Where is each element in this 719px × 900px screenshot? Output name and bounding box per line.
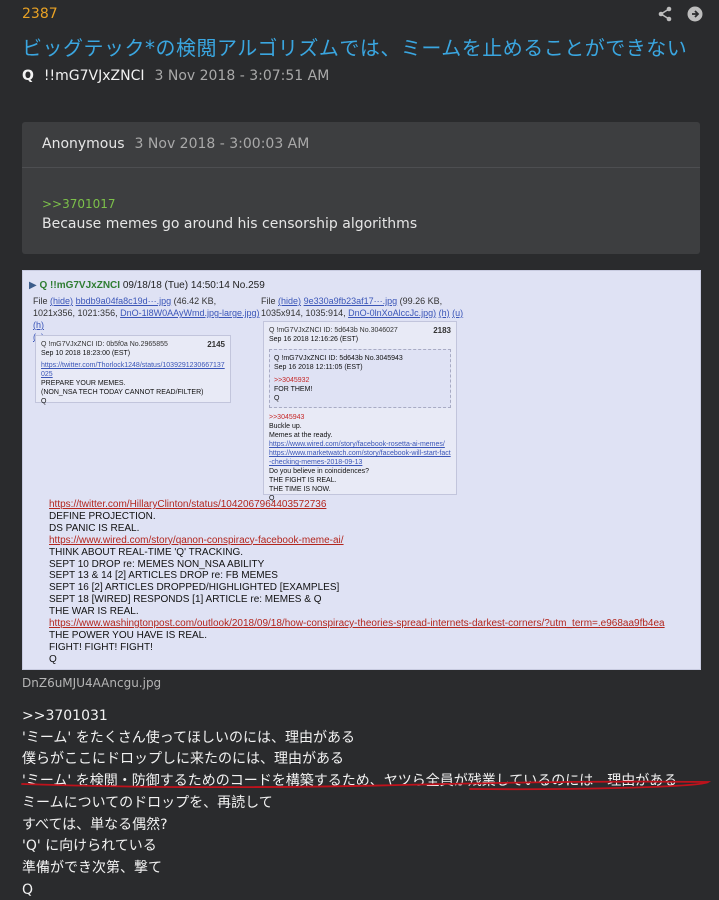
- thumb-id: ID: 5d643b: [323, 327, 358, 334]
- thumb-line: Memes at the ready.: [269, 432, 333, 439]
- screenshot-body-line: THE POWER YOU HAVE IS REAL.: [49, 629, 207, 641]
- screenshot-body-link[interactable]: https://twitter.com/HillaryClinton/statu…: [49, 499, 665, 511]
- red-underline-annotation: [21, 780, 712, 791]
- thumb-link: https://www.wired.com/story/facebook-ros…: [269, 441, 445, 448]
- thumb-no: No.3046027: [359, 327, 398, 334]
- file-name-link[interactable]: 9e330a9fb23af17···.jpg: [304, 296, 398, 306]
- thumb-date: Sep 10 2018 18:23:00 (EST): [41, 350, 131, 357]
- post-number: 2387: [22, 6, 58, 22]
- thumb-author: Q !mG7VJxZNCI: [269, 327, 322, 334]
- screenshot-body-link[interactable]: https://www.wired.com/story/qanon-conspi…: [49, 535, 665, 547]
- post-title: ビッグテック*の検閲アルゴリズムでは、ミームを止めることができない: [22, 36, 688, 60]
- share-icon[interactable]: [657, 6, 673, 22]
- file-dims: 1035x914, 1035:914,: [261, 308, 346, 318]
- thumb-line: THE FIGHT IS REAL.: [269, 477, 337, 484]
- screenshot-body-line: SEPT 10 DROP re: MEMES NON_NSA ABILITY: [49, 558, 265, 570]
- post-actions: [657, 6, 703, 22]
- thumb-line: (NON_NSA TECH TODAY CANNOT READ/FILTER): [41, 389, 204, 396]
- thumb-ref: >>3045943: [269, 414, 305, 421]
- screenshot-body-line: Q: [49, 653, 57, 665]
- thumb-author: Q !mG7VJxZNCI: [41, 341, 94, 348]
- translation-line: 僕らがここにドロップしに来たのには、理由がある: [22, 751, 344, 768]
- screenshot-body-line: THINK ABOUT REAL-TIME 'Q' TRACKING.: [49, 546, 244, 558]
- file-alt-link[interactable]: DnO-0lnXoAlccJc.jpg): [348, 308, 436, 318]
- quoted-date: 3 Nov 2018 - 3:00:03 AM: [134, 136, 310, 152]
- thumb-number: 2145: [207, 340, 225, 349]
- screenshot-body-line: SEPT 13 & 14 [2] ARTICLES DROP re: FB ME…: [49, 570, 278, 582]
- thumb-line: THE TIME IS NOW.: [269, 486, 331, 493]
- translation-line: 'Q' に向けられている: [22, 838, 157, 855]
- thumb-id: ID: 0b5f0a: [95, 341, 128, 348]
- quoted-text: Because memes go around his censorship a…: [42, 216, 418, 232]
- screenshot-body-line: SEPT 16 [2] ARTICLES DROPPED/HIGHLIGHTED…: [49, 582, 340, 594]
- thumb-no: No.2965855: [129, 341, 168, 348]
- thumbnail-post-2183[interactable]: Q !mG7VJxZNCI ID: 5d643b No.3046027 2183…: [263, 321, 457, 502]
- file-label: File: [261, 296, 276, 306]
- translation-line: 'ミーム' をたくさん使ってほしいのには、理由がある: [22, 729, 356, 746]
- thumb-ref: >>3045932: [274, 377, 310, 384]
- image-filename[interactable]: DnZ6uMJU4AAncgu.jpg: [22, 676, 161, 690]
- post-date: 3 Nov 2018 - 3:07:51 AM: [154, 68, 330, 84]
- screenshot-body-link[interactable]: https://www.washingtonpost.com/outlook/2…: [49, 618, 665, 630]
- h-link[interactable]: (h): [33, 320, 44, 330]
- quoted-author: Anonymous: [42, 136, 125, 152]
- quoted-post-header: Anonymous 3 Nov 2018 - 3:00:03 AM: [22, 122, 700, 168]
- u-link[interactable]: (u): [452, 308, 463, 318]
- quoted-reply-link[interactable]: >>3701017: [42, 194, 680, 214]
- screenshot-body-line: FIGHT! FIGHT! FIGHT!: [49, 641, 153, 653]
- screenshot-date-no: 09/18/18 (Tue) 14:50:14 No.259: [122, 280, 265, 291]
- thumbnail-header: Q !mG7VJxZNCI ID: 5d643b No.3046027 2183: [269, 326, 451, 335]
- hide-link[interactable]: (hide): [278, 296, 301, 306]
- translation-line: 準備ができ次第、撃て: [22, 859, 162, 876]
- thumb-line: PREPARE YOUR MEMES.: [41, 380, 126, 387]
- post-meta: Q !!mG7VJxZNCI 3 Nov 2018 - 3:07:51 AM: [22, 68, 329, 84]
- thumb-line: Buckle up.: [269, 423, 302, 430]
- thumb-nested-post: Q !mG7VJxZNCI ID: 5d643b No.3045943 Sep …: [269, 349, 451, 408]
- file-alt-link[interactable]: DnO-1l8W0AAyWmd.jpg-large.jpg): [120, 308, 259, 318]
- screenshot-header: ▶ Q !!mG7VJxZNCI 09/18/18 (Tue) 14:50:14…: [29, 280, 265, 291]
- screenshot-body-line: DS PANIC IS REAL.: [49, 522, 140, 534]
- thumbnail-header: Q !mG7VJxZNCI ID: 0b5f0a No.2965855 2145: [41, 340, 225, 349]
- post-tripcode: !!mG7VJxZNCI: [43, 68, 145, 84]
- embedded-screenshot: ▶ Q !!mG7VJxZNCI 09/18/18 (Tue) 14:50:14…: [22, 270, 701, 670]
- translation-body: >>3701031 'ミーム' をたくさん使ってほしいのには、理由がある 僕らがここ…: [22, 706, 677, 900]
- thumb-link: https://twitter.com/Thorlock1248/status/…: [41, 362, 225, 378]
- file-info-2: File (hide) 9e330a9fb23af17···.jpg (99.2…: [261, 295, 697, 319]
- quoted-post: Anonymous 3 Nov 2018 - 3:00:03 AM >>3701…: [22, 122, 700, 254]
- screenshot-body: https://twitter.com/HillaryClinton/statu…: [49, 499, 665, 666]
- thumb-line: Q: [41, 398, 47, 405]
- file-dims: 1021x356, 1021:356,: [33, 308, 118, 318]
- thumbnail-post-2145[interactable]: Q !mG7VJxZNCI ID: 0b5f0a No.2965855 2145…: [35, 335, 231, 405]
- thumb-line: Do you believe in coincidences?: [269, 468, 370, 475]
- file-name-link[interactable]: bbdb9a04fa8c19d···.jpg: [76, 296, 172, 306]
- hide-link[interactable]: (hide): [50, 296, 73, 306]
- screenshot-body-line: THE WAR IS REAL.: [49, 606, 139, 618]
- thumb-date: Sep 16 2018 12:16:26 (EST): [269, 336, 359, 343]
- file-meta: (46.42 KB,: [173, 296, 217, 306]
- quoted-post-body: >>3701017 Because memes go around his ce…: [22, 168, 700, 234]
- triangle-right-icon: ▶: [29, 280, 37, 291]
- translation-line: Q: [22, 881, 34, 898]
- post-author: Q: [22, 68, 34, 84]
- thumb-author: Q !mG7VJxZNCI: [274, 355, 327, 362]
- file-meta: (99.26 KB,: [399, 296, 443, 306]
- thumb-line: FOR THEM!: [274, 386, 313, 393]
- thumb-link: https://www.marketwatch.com/story/facebo…: [269, 450, 451, 466]
- arrow-right-circle-icon[interactable]: [687, 6, 703, 22]
- thumb-number: 2183: [433, 326, 451, 335]
- thumb-id: ID: 5d643b: [328, 355, 363, 362]
- translation-line: すべては、単なる偶然?: [22, 816, 168, 833]
- screenshot-body-line: SEPT 18 [WIRED] RESPONDS [1] ARTICLE re:…: [49, 594, 322, 606]
- translation-reply-ref[interactable]: >>3701031: [22, 706, 677, 728]
- screenshot-body-line: DEFINE PROJECTION.: [49, 510, 156, 522]
- thumb-no: No.3045943: [364, 355, 403, 362]
- screenshot-author: Q !!mG7VJxZNCI: [39, 280, 121, 291]
- file-label: File: [33, 296, 48, 306]
- thumb-date: Sep 16 2018 12:11:05 (EST): [274, 364, 363, 371]
- h-link[interactable]: (h): [439, 308, 450, 318]
- thumb-line: Q: [274, 395, 280, 402]
